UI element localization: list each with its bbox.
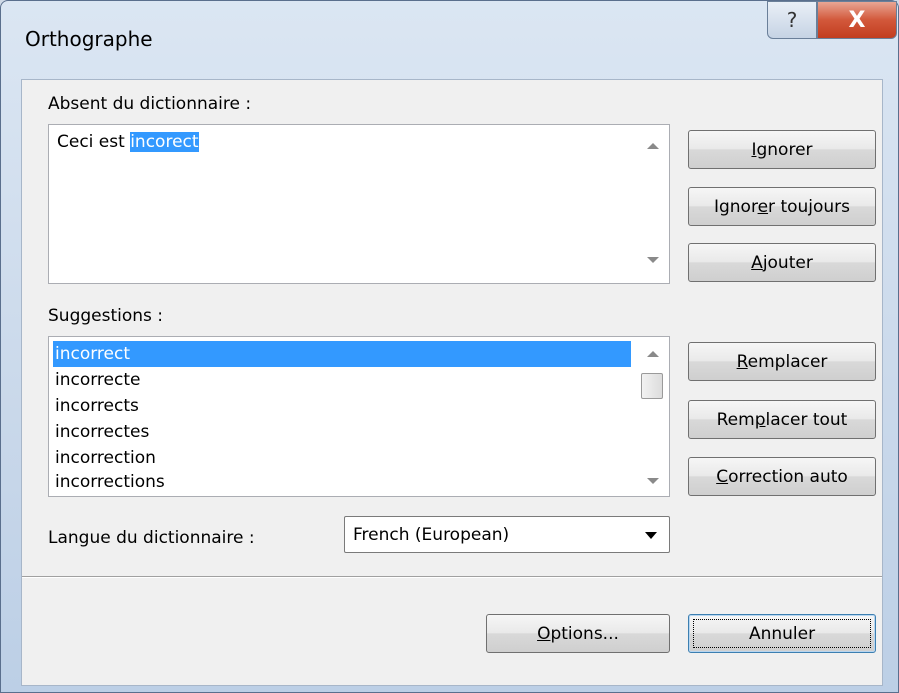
suggestion-item[interactable]: incorrects	[53, 393, 139, 419]
suggestions-list[interactable]: incorrect incorrecte incorrects incorrec…	[48, 336, 670, 497]
replace-all-button-label: Remplacer tout	[716, 409, 848, 430]
cancel-button[interactable]: Annuler	[688, 614, 876, 653]
help-button[interactable]: ?	[767, 1, 817, 39]
suggestion-item[interactable]: incorrections	[53, 469, 165, 495]
misspelled-word: incorect	[130, 132, 199, 152]
options-button[interactable]: Options...	[486, 614, 670, 653]
ignore-button[interactable]: Ignorer	[688, 130, 876, 169]
suggestion-item[interactable]: incorrecte	[53, 367, 140, 393]
suggestions-scrollbar[interactable]	[637, 337, 669, 496]
close-button[interactable]: X	[817, 1, 897, 39]
chevron-down-icon[interactable]	[645, 532, 657, 539]
not-in-dictionary-textbox[interactable]: Ceci est incorect	[48, 124, 670, 284]
replace-all-button[interactable]: Remplacer tout	[688, 400, 876, 439]
options-button-label: Options...	[537, 623, 619, 644]
dictionary-language-value: French (European)	[353, 525, 510, 545]
scroll-down-icon[interactable]	[647, 257, 659, 263]
suggestions-label: Suggestions :	[48, 306, 164, 326]
suggestion-item[interactable]: incorrection	[53, 445, 156, 471]
scroll-up-icon[interactable]	[647, 143, 659, 149]
ignore-all-button[interactable]: Ignorer toujours	[688, 187, 876, 226]
sentence-text: Ceci est incorect	[57, 132, 199, 152]
title-bar[interactable]: Orthographe ? X	[1, 1, 898, 79]
suggestion-item[interactable]: incorrectes	[53, 419, 149, 445]
dictionary-language-select[interactable]: French (European)	[344, 516, 670, 553]
dictionary-language-label: Langue du dictionnaire :	[48, 528, 255, 548]
not-in-dictionary-label: Absent du dictionnaire :	[48, 94, 252, 114]
ignore-button-label: Ignorer	[751, 139, 813, 160]
add-button-label: Ajouter	[751, 252, 813, 273]
autocorrect-button[interactable]: Correction auto	[688, 457, 876, 496]
suggestion-item[interactable]: incorrect	[53, 341, 631, 367]
sentence-context: Ceci est	[57, 132, 131, 152]
spelling-dialog: Orthographe ? X Absent du dictionnaire :…	[0, 0, 899, 693]
scroll-thumb[interactable]	[641, 373, 663, 399]
scroll-down-icon[interactable]	[647, 478, 659, 484]
autocorrect-button-label: Correction auto	[716, 466, 848, 487]
close-icon: X	[848, 7, 866, 33]
footer-separator	[22, 576, 882, 578]
ignore-all-button-label: Ignorer toujours	[713, 196, 851, 217]
scroll-up-icon[interactable]	[647, 351, 659, 357]
dialog-content: Absent du dictionnaire : Ceci est incore…	[21, 79, 883, 686]
replace-button[interactable]: Remplacer	[688, 342, 876, 381]
not-in-dictionary-scrollbar[interactable]	[637, 125, 669, 283]
add-button[interactable]: Ajouter	[688, 243, 876, 282]
help-icon: ?	[786, 8, 798, 32]
window-title: Orthographe	[25, 27, 153, 51]
replace-button-label: Remplacer	[736, 351, 828, 372]
focus-rectangle	[693, 619, 871, 648]
